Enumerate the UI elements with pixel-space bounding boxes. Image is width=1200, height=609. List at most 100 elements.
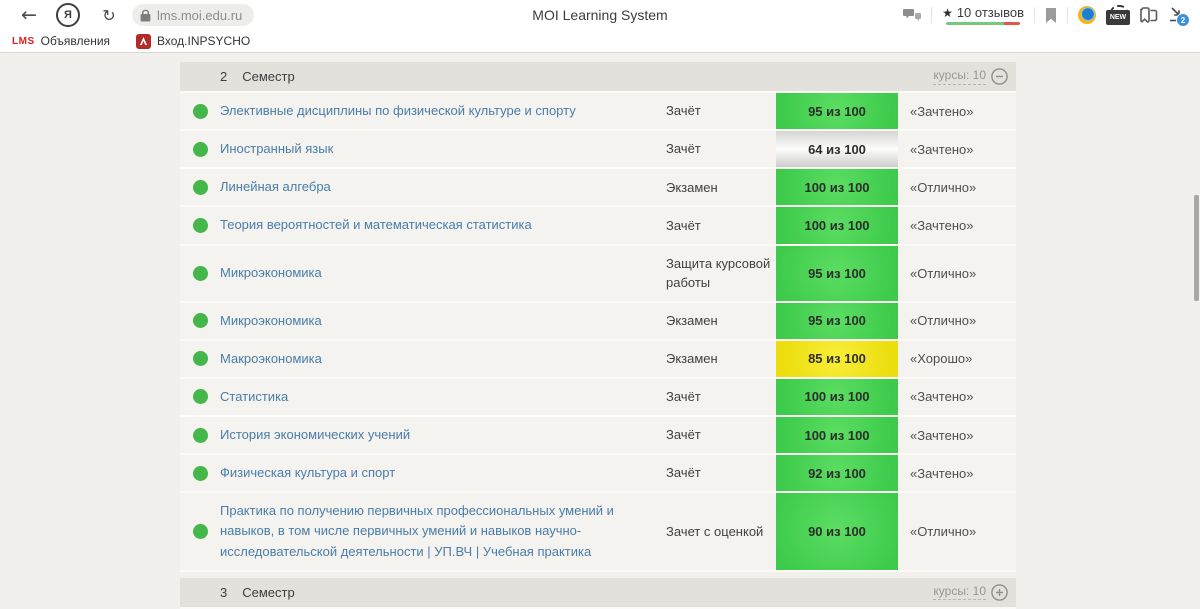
status-dot-icon [192, 179, 208, 195]
status-dot-icon [192, 313, 208, 329]
site-reviews-icon[interactable] [903, 8, 922, 23]
grade-text: «Отлично» [910, 523, 977, 539]
table-row: Статистика Зачёт 100 из 100 «Зачтено» [180, 378, 1016, 417]
toolbar-separator [931, 7, 933, 23]
refresh-icon[interactable]: ↻ [98, 6, 120, 25]
table-row: Микроэкономика Экзамен 95 из 100 «Отличн… [180, 302, 1016, 341]
semester-3-header: 3 Семестр курсы: 10 [180, 577, 1016, 609]
semester-grades-table: 2 Семестр курсы: 10 Элективные дисциплин… [180, 62, 1016, 609]
course-link[interactable]: Иностранный язык [220, 131, 666, 167]
table-row: Иностранный язык Зачёт 64 из 100 «Зачтен… [180, 131, 1016, 170]
bookmarks-bar: LMS Объявления Вход.INPSYCHO [0, 30, 1200, 53]
expand-icon[interactable] [991, 583, 1008, 601]
bookmark-item-lms[interactable]: LMS Объявления [12, 34, 110, 48]
table-row: Теория вероятностей и математическая ста… [180, 207, 1016, 246]
status-dot-cell [180, 131, 220, 167]
side-panel-icon[interactable] [1140, 7, 1158, 23]
course-link[interactable]: Элективные дисциплины по физической куль… [220, 93, 666, 129]
assessment-type: Зачёт [666, 389, 701, 405]
status-dot-icon [192, 465, 208, 481]
course-link[interactable]: Практика по получению первичных професси… [220, 493, 666, 569]
assessment-type: Зачёт [666, 465, 701, 481]
score-badge: 100 из 100 [776, 416, 898, 454]
new-badge-icon[interactable]: NEW [1106, 4, 1130, 25]
reviews-count-label: 10 отзывов [956, 5, 1024, 20]
scrollbar[interactable] [1194, 195, 1199, 301]
status-dot-icon [192, 265, 208, 281]
table-row: Макроэкономика Экзамен 85 из 100 «Хорошо… [180, 340, 1016, 379]
bookmark-icon[interactable] [1045, 7, 1057, 23]
grade-text: «Зачтено» [910, 141, 974, 157]
courses-count-link[interactable]: курсы: 10 [933, 68, 986, 85]
reviews-rating-bar [946, 22, 1021, 25]
toolbar-separator [1067, 7, 1068, 23]
back-icon[interactable]: ← [16, 4, 42, 26]
grade-text: «Отлично» [910, 313, 977, 329]
lms-favicon: LMS [12, 35, 35, 47]
status-dot-icon [192, 217, 208, 233]
semester-number: 2 [220, 69, 228, 84]
status-dot-icon [192, 351, 208, 367]
table-row: История экономических учений Зачёт 100 и… [180, 416, 1016, 456]
extension-logo-icon[interactable] [1078, 6, 1096, 24]
grade-text: «Зачтено» [910, 465, 974, 481]
score-badge: 95 из 100 [776, 93, 898, 130]
status-dot-icon [192, 141, 208, 157]
assessment-type: Зачёт [666, 217, 701, 233]
grade-text: «Хорошо» [910, 351, 973, 367]
course-link[interactable]: Микроэкономика [220, 303, 666, 339]
assessment-type: Зачёт [666, 427, 701, 443]
table-row: Элективные дисциплины по физической куль… [180, 93, 1016, 132]
score-badge: 100 из 100 [776, 169, 898, 206]
table-row: Практика по получению первичных професси… [180, 493, 1016, 572]
grade-text: «Зачтено» [910, 427, 974, 443]
course-link[interactable]: Микроэкономика [220, 246, 666, 301]
course-link[interactable]: Теория вероятностей и математическая ста… [220, 207, 666, 243]
course-link[interactable]: Физическая культура и спорт [220, 455, 666, 491]
score-badge: 100 из 100 [776, 378, 898, 415]
status-dot-cell [180, 455, 220, 491]
downloads-count-badge: 2 [1176, 13, 1190, 27]
status-dot-cell [180, 93, 220, 129]
toolbar-right: ★ 10 отзывов NEW 2 [903, 4, 1200, 27]
course-link[interactable]: Статистика [220, 379, 666, 415]
assessment-type: Зачет с оценкой [666, 523, 764, 539]
assessment-type: Экзамен [666, 312, 718, 328]
status-dot-icon [192, 427, 208, 443]
bookmark-label: Объявления [40, 34, 111, 48]
table-row: Физическая культура и спорт Зачёт 92 из … [180, 455, 1016, 494]
course-link[interactable]: Линейная алгебра [220, 169, 666, 205]
reviews-rating[interactable]: ★ 10 отзывов [942, 5, 1024, 25]
grade-text: «Зачтено» [910, 217, 974, 233]
semester-label: Семестр [242, 584, 295, 600]
course-link[interactable]: История экономических учений [220, 417, 666, 453]
status-dot-cell [180, 379, 220, 415]
status-dot-icon [192, 389, 208, 405]
status-dot-cell [180, 169, 220, 205]
score-badge: 100 из 100 [776, 207, 898, 244]
grade-text: «Зачтено» [910, 389, 974, 405]
course-link[interactable]: Макроэкономика [220, 341, 666, 377]
lms-page-content: 2 Семестр курсы: 10 Элективные дисциплин… [0, 54, 1200, 609]
url-text: lms.moi.edu.ru [157, 7, 243, 23]
status-dot-cell [180, 207, 220, 243]
grade-text: «Зачтено» [910, 103, 974, 119]
collapse-icon[interactable] [991, 68, 1008, 85]
courses-count-link[interactable]: курсы: 10 [933, 584, 986, 601]
rating-negative-segment [1003, 22, 1021, 25]
downloads-icon[interactable]: 2 [1168, 7, 1190, 27]
toolbar-separator [1034, 7, 1035, 23]
score-badge: 64 из 100 [776, 131, 898, 168]
assessment-type: Защита курсовой работы [666, 255, 771, 291]
status-dot-cell [180, 303, 220, 339]
assessment-type: Зачёт [666, 103, 701, 119]
yandex-icon[interactable]: Я [56, 3, 80, 27]
lock-icon [140, 9, 151, 22]
score-badge: 95 из 100 [776, 245, 898, 301]
table-row: Микроэкономика Защита курсовой работы 95… [180, 245, 1016, 303]
address-bar[interactable]: lms.moi.edu.ru [132, 4, 255, 26]
bookmark-item-inpsycho[interactable]: Вход.INPSYCHO [136, 33, 250, 49]
semester-label: Семестр [242, 69, 295, 84]
status-dot-cell [180, 246, 220, 301]
score-badge: 92 из 100 [776, 455, 898, 492]
